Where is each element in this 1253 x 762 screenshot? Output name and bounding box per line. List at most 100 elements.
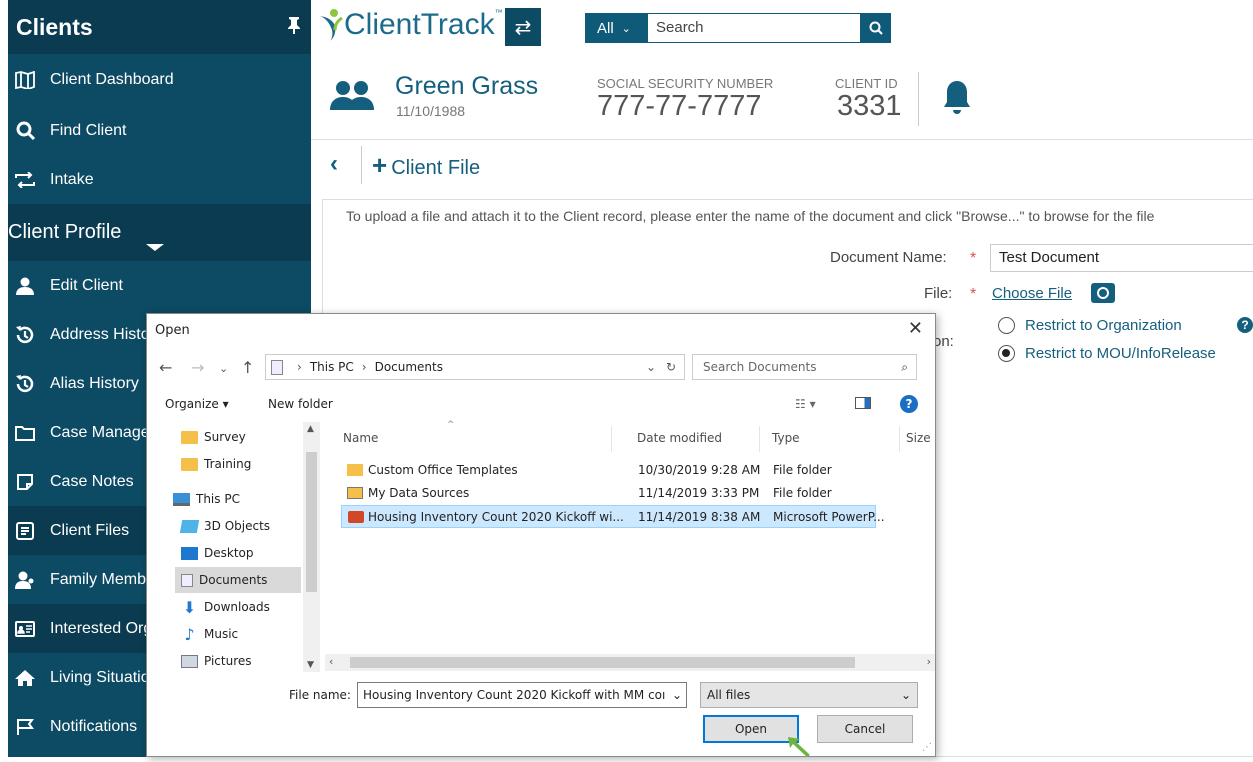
user-icon (12, 277, 38, 295)
breadcrumb-this-pc[interactable]: This PC (310, 360, 354, 374)
upload-instructions: To upload a file and attach it to the Cl… (346, 208, 1155, 224)
desktop-icon (181, 546, 198, 560)
restrict-organization-option[interactable]: Restrict to Organization (998, 317, 1182, 334)
file-type-filter[interactable]: All files ⌄ (700, 682, 918, 708)
sidebar-item-label: Edit Client (50, 276, 123, 294)
resize-grip-icon[interactable]: ⋰ (922, 742, 932, 753)
organize-menu[interactable]: Organize ▾ (165, 397, 229, 411)
close-icon[interactable]: ✕ (908, 318, 923, 339)
caret-down-icon (146, 244, 164, 251)
sidebar-section-client-profile[interactable]: Client Profile (8, 204, 311, 261)
logo-text: ClientTrack™ (344, 8, 503, 41)
file-row[interactable]: Custom Office Templates 10/30/2019 9:28 … (341, 459, 876, 482)
view-options-icon[interactable]: ☷ ▾ (795, 397, 816, 411)
file-list-horizontal-scrollbar[interactable]: ‹ › (325, 654, 935, 671)
radio-button-selected[interactable] (998, 345, 1015, 362)
chevron-down-icon[interactable]: ⌄ (646, 360, 656, 374)
file-name-input[interactable]: Housing Inventory Count 2020 Kickoff wit… (357, 682, 687, 708)
sidebar-item-label: Notifications (50, 717, 138, 735)
scroll-up-icon[interactable]: ▲ (307, 424, 314, 434)
help-icon[interactable]: ? (900, 395, 918, 413)
camera-icon[interactable] (1091, 283, 1115, 303)
search-scope-dropdown[interactable]: All ⌄ (585, 13, 647, 43)
sidebar-item-client-dashboard[interactable]: Client Dashboard (8, 54, 311, 106)
document-name-label: Document Name: (830, 249, 947, 266)
column-date-modified[interactable]: Date modified (637, 431, 722, 445)
column-size[interactable]: Size (906, 431, 931, 445)
dialog-toolbar: Organize ▾ New folder ☷ ▾ ? (147, 390, 935, 420)
tree-item-survey[interactable]: Survey (181, 424, 246, 450)
search-icon (12, 121, 38, 140)
document-name-input[interactable]: Test Document (990, 244, 1253, 272)
search-button[interactable] (861, 13, 891, 43)
column-type[interactable]: Type (772, 431, 800, 445)
address-bar[interactable]: › This PC › Documents ⌄ ↻ (265, 354, 685, 380)
sidebar-item-edit-client[interactable]: Edit Client (8, 261, 311, 310)
home-icon (12, 669, 38, 687)
chevron-down-icon[interactable]: ⌄ (668, 683, 682, 707)
back-arrow-icon[interactable]: ‹ (330, 150, 338, 178)
required-marker: * (970, 250, 977, 267)
tree-item-3d-objects[interactable]: 3D Objects (179, 513, 270, 539)
file-row-selected[interactable]: Housing Inventory Count 2020 Kickoff wi.… (341, 505, 885, 528)
cancel-button[interactable]: Cancel (817, 715, 913, 743)
divider (361, 146, 362, 184)
cube-icon (179, 519, 200, 533)
sidebar-item-label: Client Files (50, 521, 130, 539)
tree-scrollbar[interactable]: ▲ ▼ (303, 422, 320, 672)
new-folder-button[interactable]: New folder (268, 397, 333, 411)
search-documents-input[interactable]: Search Documents ⌕ (692, 354, 917, 380)
help-icon[interactable]: ? (1237, 317, 1253, 333)
chevron-down-icon[interactable]: ⌄ (307, 654, 316, 667)
switch-button[interactable]: ⇄ (505, 8, 541, 46)
tree-item-downloads[interactable]: ⬇ Downloads (181, 594, 270, 620)
up-icon[interactable]: ↑ (241, 358, 254, 377)
scroll-left-icon[interactable]: ‹ (329, 655, 333, 668)
tree-item-pictures[interactable]: Pictures (181, 648, 252, 672)
restrict-mou-option[interactable]: Restrict to MOU/InfoRelease (998, 345, 1216, 362)
scrollbar-thumb[interactable] (350, 657, 855, 668)
id-card-icon (12, 620, 38, 637)
ssn-value: 777-77-7777 (597, 90, 762, 122)
search-input[interactable]: Search (647, 13, 861, 43)
music-icon: ♪ (184, 624, 195, 644)
sidebar-item-find-client[interactable]: Find Client (8, 106, 311, 155)
map-icon (12, 71, 38, 89)
sidebar-item-label: Case Notes (50, 472, 134, 490)
preview-pane-icon[interactable] (855, 397, 871, 412)
file-row[interactable]: My Data Sources 11/14/2019 3:33 PM File … (341, 482, 876, 505)
tree-item-documents[interactable]: Documents (175, 567, 301, 593)
documents-icon (271, 359, 283, 375)
tree-item-desktop[interactable]: Desktop (181, 540, 254, 566)
download-icon: ⬇ (182, 597, 197, 617)
tree-item-training[interactable]: Training (181, 451, 251, 477)
sidebar-item-label: Find Client (50, 121, 127, 139)
sidebar-item-label: Intake (50, 170, 94, 188)
sort-arrow-icon: ^ (447, 420, 455, 430)
open-button[interactable]: Open (703, 715, 799, 743)
forward-icon[interactable]: → (191, 358, 204, 377)
column-name[interactable]: Name (343, 431, 378, 445)
sidebar-item-intake[interactable]: Intake (8, 155, 311, 204)
scroll-right-icon[interactable]: › (927, 655, 931, 668)
file-name: My Data Sources (368, 486, 470, 500)
radio-label: Restrict to MOU/InfoRelease (1025, 345, 1216, 362)
clienttrack-logo[interactable]: ClientTrack™ (318, 8, 503, 42)
back-icon[interactable]: ← (159, 358, 172, 377)
file-date: 11/14/2019 3:33 PM (638, 486, 760, 500)
file-label: File: (924, 285, 953, 302)
scrollbar-thumb[interactable] (306, 452, 317, 592)
file-name: Housing Inventory Count 2020 Kickoff wi.… (368, 510, 624, 524)
divider (311, 139, 1253, 140)
tree-item-this-pc[interactable]: This PC (173, 486, 240, 512)
refresh-icon[interactable]: ↻ (666, 360, 676, 374)
recent-locations-icon[interactable]: ⌄ (219, 362, 228, 375)
choose-file-link[interactable]: Choose File (992, 285, 1072, 302)
header-divider (918, 72, 919, 126)
folder-icon (347, 464, 363, 476)
pin-icon[interactable] (287, 16, 301, 39)
breadcrumb-documents[interactable]: Documents (375, 360, 443, 374)
radio-button[interactable] (998, 317, 1015, 334)
tree-item-music[interactable]: ♪ Music (181, 621, 238, 647)
bell-icon[interactable] (943, 80, 971, 121)
